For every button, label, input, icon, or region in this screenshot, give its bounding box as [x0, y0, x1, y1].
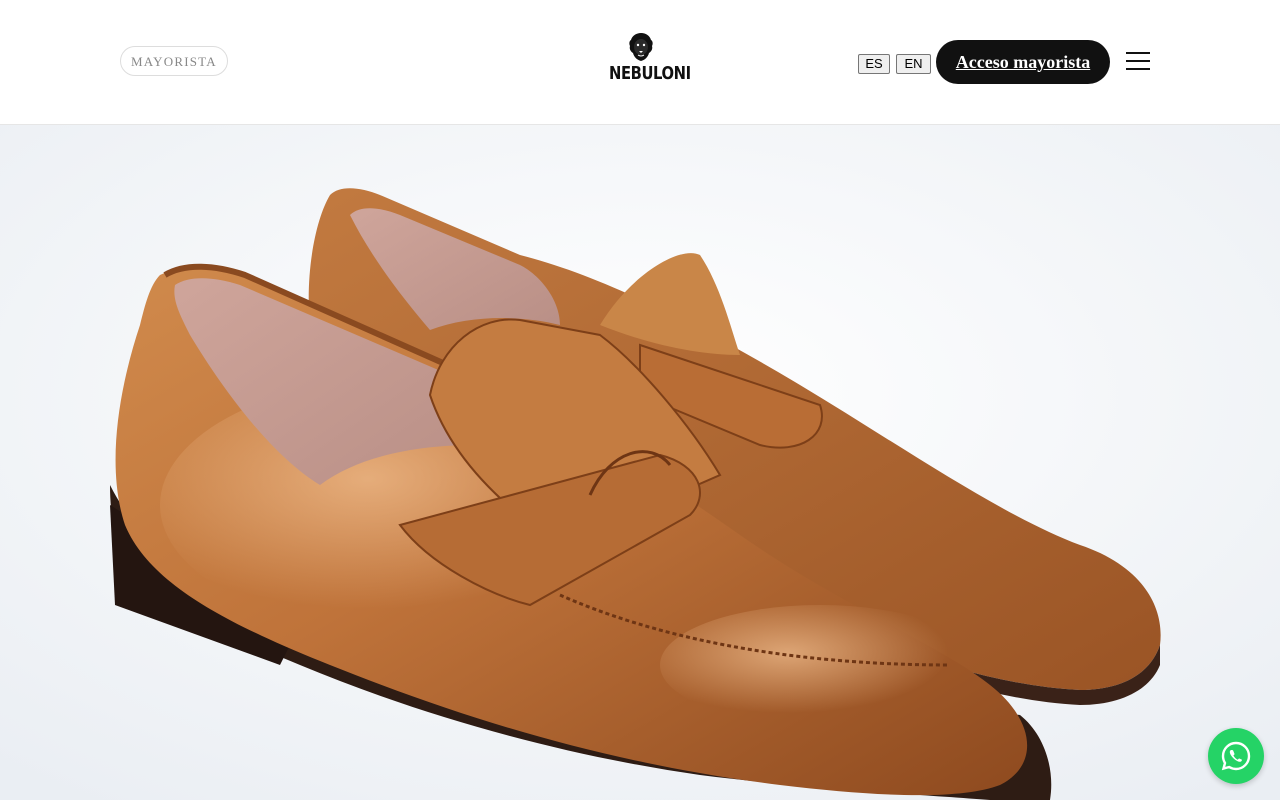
- hero-product-image: [0, 125, 1280, 800]
- brand-name: NEBULONI: [609, 63, 691, 84]
- whatsapp-chat-button[interactable]: [1208, 728, 1264, 784]
- language-es-button[interactable]: ES: [858, 54, 890, 74]
- wholesale-badge[interactable]: MAYORISTA: [120, 46, 228, 76]
- whatsapp-icon: [1221, 741, 1251, 771]
- loafer-shoes-illustration: [0, 125, 1280, 800]
- brand-logo[interactable]: NEBULONI: [602, 32, 691, 92]
- wholesale-access-button[interactable]: Acceso mayorista: [936, 40, 1110, 84]
- language-en-button[interactable]: EN: [896, 54, 931, 74]
- site-header: MAYORISTA NEBULONI ES EN Acceso mayorist…: [0, 0, 1280, 125]
- lion-head-icon: [629, 33, 653, 61]
- hamburger-menu-icon[interactable]: [1126, 50, 1150, 72]
